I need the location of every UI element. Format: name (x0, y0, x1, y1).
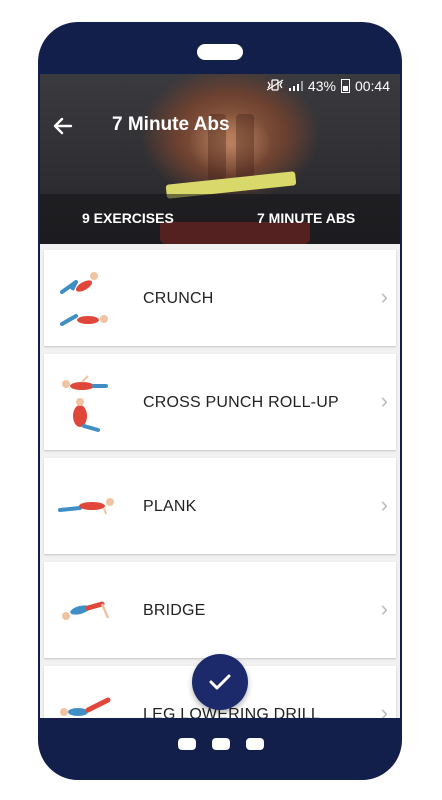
chevron-right-icon: › (380, 492, 388, 517)
nav-home-button[interactable] (212, 738, 230, 750)
nav-buttons (178, 738, 264, 750)
chevron-right-icon: › (380, 284, 388, 309)
signal-icon (288, 81, 303, 91)
bridge-figure (62, 601, 110, 620)
header-banner: 43% 00:44 7 Minute Abs 9 EXERCISES 7 MIN… (40, 74, 400, 244)
nav-recent-button[interactable] (178, 738, 196, 750)
chevron-right-icon: › (380, 596, 388, 621)
exercise-name: PLANK (143, 498, 197, 515)
crunch-figure (60, 272, 108, 326)
nav-back-button[interactable] (246, 738, 264, 750)
exercise-item-plank[interactable]: PLANK › (44, 458, 396, 554)
clock: 00:44 (354, 78, 390, 94)
exercise-count: 9 EXERCISES (82, 210, 174, 226)
check-icon (209, 674, 231, 690)
info-bar: 9 EXERCISES 7 MINUTE ABS (40, 194, 400, 244)
exercise-name: LEG LOWERING DRILL (143, 706, 320, 718)
exercise-name: CRUNCH (143, 290, 214, 307)
exercise-item-bridge[interactable]: BRIDGE › (44, 562, 396, 658)
exercise-name: BRIDGE (143, 602, 206, 619)
chevron-right-icon: › (380, 700, 388, 718)
mute-vibrate-icon (266, 78, 284, 94)
leg-lowering-figure (60, 697, 111, 716)
exercise-name: CROSS PUNCH ROLL-UP (143, 394, 339, 411)
workout-duration: 7 MINUTE ABS (257, 210, 356, 226)
start-button[interactable] (192, 654, 248, 710)
battery-percent: 43% (307, 78, 336, 94)
back-arrow-icon[interactable] (50, 112, 76, 138)
battery-icon (340, 79, 350, 93)
cross-punch-figure (62, 375, 108, 432)
page-title: 7 Minute Abs (112, 114, 230, 135)
phone-speaker (197, 44, 243, 60)
exercise-item-crunch[interactable]: CRUNCH › (44, 250, 396, 346)
exercise-item-cross-punch-roll-up[interactable]: CROSS PUNCH ROLL-UP › (44, 354, 396, 450)
chevron-right-icon: › (380, 388, 388, 413)
plank-figure (58, 498, 114, 515)
app-screen: 43% 00:44 7 Minute Abs 9 EXERCISES 7 MIN… (40, 74, 400, 718)
status-bar: 43% 00:44 (266, 78, 390, 94)
